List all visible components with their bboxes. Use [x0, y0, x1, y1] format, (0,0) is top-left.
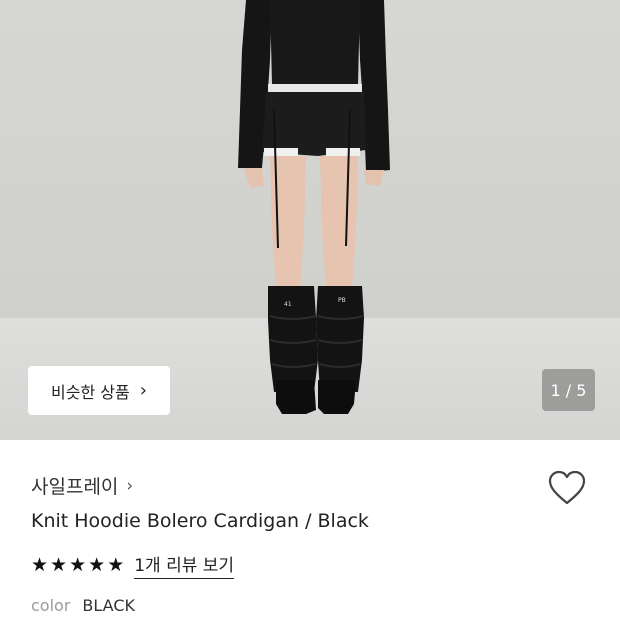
shin-tag-left: 41 — [284, 301, 292, 308]
star-icon: ★ — [69, 553, 87, 576]
similar-products-label: 비슷한 상품 — [51, 382, 130, 402]
product-image-gallery[interactable]: 41 PB 비슷한 상품 › 1 / 5 — [0, 0, 620, 440]
star-icon: ★ — [88, 553, 106, 576]
chevron-right-icon: › — [126, 475, 134, 496]
option-label: color — [31, 596, 71, 615]
brand-name: 사일프레이 — [31, 476, 119, 498]
brand-link[interactable]: 사일프레이 › — [31, 472, 133, 499]
star-icon: ★ — [50, 553, 68, 576]
similar-products-button[interactable]: 비슷한 상품 › — [28, 366, 170, 415]
image-counter: 1 / 5 — [542, 369, 595, 411]
star-rating: ★ ★ ★ ★ ★ — [31, 553, 125, 576]
view-reviews-link[interactable]: 1개 리뷰 보기 — [134, 551, 235, 579]
option-value: BLACK — [82, 596, 135, 615]
chevron-right-icon: › — [139, 379, 147, 401]
color-option: color BLACK — [31, 596, 135, 615]
product-title: Knit Hoodie Bolero Cardigan / Black — [31, 510, 369, 532]
star-icon: ★ — [107, 553, 125, 576]
star-icon: ★ — [31, 553, 49, 576]
heart-icon[interactable] — [548, 470, 586, 506]
rating-row: ★ ★ ★ ★ ★ 1개 리뷰 보기 — [31, 551, 235, 579]
shin-tag-right: PB — [338, 297, 346, 304]
